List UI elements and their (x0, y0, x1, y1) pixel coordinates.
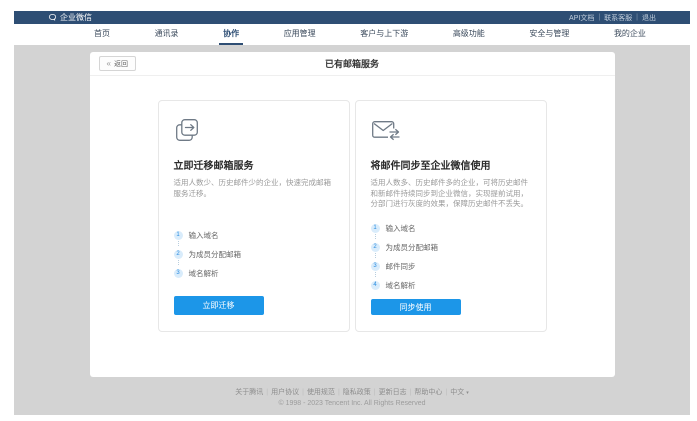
mail-sync-icon (371, 117, 531, 143)
api-docs-link[interactable]: API文档 (569, 13, 594, 23)
nav-item-customers[interactable]: 客户与上下游 (356, 24, 412, 45)
step-item: 1 输入域名 (174, 230, 334, 241)
about-tencent-link[interactable]: 关于腾讯 (235, 389, 263, 396)
step-item: 1 输入域名 (371, 223, 531, 234)
panel-header: « 返回 已有邮箱服务 (90, 52, 615, 76)
step-number-badge: 3 (174, 269, 183, 278)
steps-list: 1 输入域名 2 为成员分配邮箱 3 域名解析 (174, 230, 334, 287)
migrate-mailbox-card: 立即迁移邮箱服务 适用人数少、历史邮件少的企业，快速完成邮箱服务迁移。 1 输入… (158, 100, 350, 332)
topbar-links: API文档 | 联系客服 | 退出 (569, 13, 656, 23)
step-number-badge: 4 (371, 281, 380, 290)
step-number-badge: 2 (371, 243, 380, 252)
topbar: 企业微信 API文档 | 联系客服 | 退出 (14, 11, 690, 24)
chevron-left-icon: « (107, 59, 111, 68)
usage-policy-link[interactable]: 使用规范 (307, 389, 335, 396)
migrate-now-button[interactable]: 立即迁移 (174, 296, 264, 315)
back-button-label: 返回 (114, 59, 128, 69)
step-item: 2 为成员分配邮箱 (174, 249, 334, 260)
step-number-badge: 1 (174, 231, 183, 240)
card-title: 立即迁移邮箱服务 (174, 157, 334, 172)
separator: | (636, 14, 638, 21)
step-item: 3 域名解析 (174, 268, 334, 279)
footer-links: 关于腾讯|用户协议|使用规范|隐私政策|更新日志|帮助中心|中文 ▾ (14, 387, 690, 397)
migrate-mailbox-icon (174, 117, 334, 143)
nav-item-collaboration[interactable]: 协作 (219, 24, 243, 45)
separator: | (302, 389, 304, 396)
brand[interactable]: 企业微信 (48, 12, 92, 23)
chevron-down-icon: ▾ (466, 390, 469, 396)
step-number-badge: 1 (371, 224, 380, 233)
step-item: 3 邮件同步 (371, 261, 531, 272)
step-label: 输入域名 (386, 223, 416, 234)
card-description: 适用人数少、历史邮件少的企业，快速完成邮箱服务迁移。 (174, 178, 334, 220)
wework-bubble-logo-icon (48, 13, 57, 22)
steps-list: 1 输入域名 2 为成员分配邮箱 3 邮件同步 4 (371, 223, 531, 299)
logout-link[interactable]: 退出 (642, 13, 656, 23)
separator: | (266, 389, 268, 396)
separator: | (445, 389, 447, 396)
separator: | (598, 14, 600, 21)
step-label: 邮件同步 (386, 261, 416, 272)
sync-use-button[interactable]: 同步使用 (371, 299, 461, 315)
main-nav: 首页 通讯录 协作 应用管理 客户与上下游 高级功能 安全与管理 我的企业 (14, 24, 690, 45)
nav-item-my-company[interactable]: 我的企业 (610, 24, 650, 45)
footer: 关于腾讯|用户协议|使用规范|隐私政策|更新日志|帮助中心|中文 ▾ © 199… (14, 387, 690, 407)
help-center-link[interactable]: 帮助中心 (414, 389, 442, 396)
step-item: 4 域名解析 (371, 280, 531, 291)
back-button[interactable]: « 返回 (99, 56, 136, 71)
copyright-text: © 1998 - 2023 Tencent Inc. All Rights Re… (14, 400, 690, 407)
step-label: 域名解析 (189, 268, 219, 279)
user-agreement-link[interactable]: 用户协议 (271, 389, 299, 396)
step-label: 为成员分配邮箱 (386, 242, 439, 253)
nav-item-home[interactable]: 首页 (90, 24, 114, 45)
step-number-badge: 3 (371, 262, 380, 271)
separator: | (338, 389, 340, 396)
separator: | (410, 389, 412, 396)
card-title: 将邮件同步至企业微信使用 (371, 157, 531, 172)
separator: | (374, 389, 376, 396)
content-area: « 返回 已有邮箱服务 立即迁移邮箱服务 适用人数少、 (14, 45, 690, 415)
step-item: 2 为成员分配邮箱 (371, 242, 531, 253)
privacy-policy-link[interactable]: 隐私政策 (343, 389, 371, 396)
card-description: 适用人数多、历史邮件多的企业，可将历史邮件和新邮件持续同步到企业微信，实现提前试… (371, 178, 531, 213)
brand-label: 企业微信 (60, 12, 92, 23)
nav-item-advanced-features[interactable]: 高级功能 (449, 24, 489, 45)
page-title: 已有邮箱服务 (90, 52, 615, 76)
admin-console-window: 企业微信 API文档 | 联系客服 | 退出 首页 通讯录 协作 应用管理 客户… (14, 11, 690, 415)
nav-item-security-management[interactable]: 安全与管理 (525, 24, 573, 45)
language-selector[interactable]: 中文 ▾ (450, 389, 468, 396)
mail-sync-card: 将邮件同步至企业微信使用 适用人数多、历史邮件多的企业，可将历史邮件和新邮件持续… (355, 100, 547, 332)
nav-item-app-management[interactable]: 应用管理 (280, 24, 320, 45)
step-label: 为成员分配邮箱 (189, 249, 242, 260)
mail-service-panel: « 返回 已有邮箱服务 立即迁移邮箱服务 适用人数少、 (90, 52, 615, 377)
step-label: 域名解析 (386, 280, 416, 291)
changelog-link[interactable]: 更新日志 (379, 389, 407, 396)
nav-item-contacts[interactable]: 通讯录 (151, 24, 183, 45)
step-number-badge: 2 (174, 250, 183, 259)
step-label: 输入域名 (189, 230, 219, 241)
contact-support-link[interactable]: 联系客服 (604, 13, 632, 23)
